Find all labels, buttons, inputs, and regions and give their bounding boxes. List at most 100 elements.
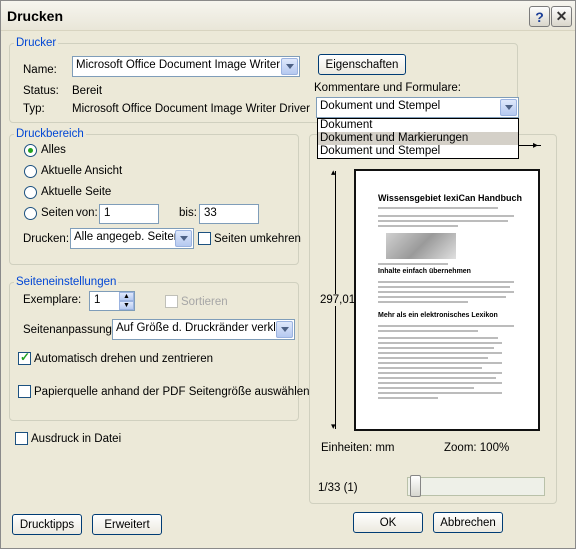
arrow-down-icon: ▾ — [331, 421, 336, 431]
page-preview: Wissensgebiet lexiCan Handbuch Inhalte e… — [354, 169, 540, 431]
page-setup-legend: Seiteneinstellungen — [16, 276, 117, 288]
radio-current-view[interactable] — [24, 165, 37, 178]
scaling-value: Auf Größe d. Druckränder verkl. — [116, 322, 279, 334]
window-title: Drucken — [7, 8, 64, 24]
text-line — [378, 215, 514, 217]
chevron-down-icon[interactable] — [175, 230, 192, 247]
ok-button[interactable]: OK — [353, 512, 423, 533]
dropdown-option[interactable]: Dokument — [318, 119, 518, 132]
collate-label: Sortieren — [181, 296, 228, 308]
title-bar[interactable]: Drucken ? ✕ — [1, 1, 575, 31]
arrow-right-icon: ▸ — [533, 140, 539, 151]
radio-current-view-label[interactable]: Aktuelle Ansicht — [41, 165, 122, 177]
pages-to-label: bis: — [179, 207, 197, 219]
printer-name-label: Name: — [23, 64, 57, 76]
zoom-label: Zoom: 100% — [444, 442, 510, 454]
copies-label: Exemplare: — [23, 294, 82, 306]
comments-forms-label: Kommentare und Formulare: — [314, 82, 462, 94]
reverse-pages-checkbox[interactable] — [198, 232, 211, 245]
text-line — [378, 392, 502, 394]
stepper-down-icon[interactable]: ▼ — [119, 301, 134, 310]
page-slider-thumb[interactable] — [410, 475, 421, 497]
text-line — [378, 362, 502, 364]
radio-current-page[interactable] — [24, 186, 37, 199]
reverse-pages-label[interactable]: Seiten umkehren — [214, 233, 301, 245]
scaling-label: Seitenanpassung: — [23, 324, 116, 336]
printer-name-value: Microsoft Office Document Image Writer — [76, 59, 281, 71]
radio-pages[interactable] — [24, 207, 37, 220]
dropdown-option[interactable]: Dokument und Markierungen — [318, 132, 518, 145]
printer-name-select[interactable]: Microsoft Office Document Image Writer — [72, 56, 300, 77]
printer-type-value: Microsoft Office Document Image Writer D… — [72, 103, 310, 115]
dropdown-option[interactable]: Dokument und Stempel — [318, 145, 518, 158]
preview-image — [386, 233, 456, 259]
printer-type-label: Typ: — [23, 103, 45, 115]
papersource-checkbox[interactable] — [18, 385, 31, 398]
text-line — [378, 263, 448, 265]
pages-from-label: von: — [76, 207, 98, 219]
page-counter: 1/33 (1) — [318, 482, 358, 494]
print-subset-label: Drucken: — [23, 233, 70, 245]
text-line — [378, 291, 514, 293]
pages-to-input[interactable]: 33 — [199, 204, 259, 224]
comments-forms-select[interactable]: Dokument und Stempel — [316, 97, 519, 118]
print-range-legend: Druckbereich — [16, 128, 84, 140]
print-subset-select[interactable]: Alle angegeb. Seiten — [70, 228, 194, 249]
comments-forms-dropdown: Dokument Dokument und Markierungen Dokum… — [317, 118, 519, 159]
preview-heading-1: Inhalte einfach übernehmen — [378, 268, 471, 275]
text-line — [378, 387, 474, 389]
chevron-down-icon[interactable] — [281, 58, 298, 75]
page-slider-track[interactable] — [407, 477, 545, 496]
copies-value: 1 — [94, 294, 101, 306]
text-line — [378, 357, 488, 359]
scaling-select[interactable]: Auf Größe d. Druckränder verkl. — [112, 319, 295, 340]
print-subset-value: Alle angegeb. Seiten — [74, 231, 181, 243]
radio-all-label[interactable]: Alles — [41, 144, 66, 156]
help-icon[interactable]: ? — [529, 6, 550, 27]
text-line — [378, 352, 502, 354]
text-line — [378, 347, 494, 349]
arrow-up-icon: ▴ — [331, 167, 336, 177]
text-line — [378, 325, 514, 327]
text-line — [378, 397, 438, 399]
text-line — [378, 225, 458, 227]
collate-checkbox[interactable] — [165, 295, 178, 308]
text-line — [378, 337, 498, 339]
properties-button[interactable]: Eigenschaften — [318, 54, 406, 75]
chevron-down-icon[interactable] — [500, 99, 517, 116]
print-to-file-label[interactable]: Ausdruck in Datei — [31, 433, 121, 445]
autorotate-checkbox[interactable] — [18, 350, 31, 365]
close-icon[interactable]: ✕ — [551, 6, 572, 27]
text-line — [378, 330, 478, 332]
preview-doc-title: Wissensgebiet lexiCan Handbuch — [378, 193, 522, 203]
cancel-button[interactable]: Abbrechen — [433, 512, 503, 533]
radio-pages-label[interactable]: Seiten — [41, 207, 74, 219]
stepper-up-icon[interactable]: ▲ — [119, 292, 134, 301]
text-line — [378, 301, 468, 303]
text-line — [378, 372, 502, 374]
text-line — [378, 207, 498, 209]
printer-status-value: Bereit — [72, 85, 103, 97]
text-line — [378, 367, 482, 369]
text-line — [378, 286, 510, 288]
autorotate-label[interactable]: Automatisch drehen und zentrieren — [34, 353, 213, 365]
preview-heading-2: Mehr als ein elektronisches Lexikon — [378, 312, 498, 319]
print-dialog: Drucken ? ✕ Drucker Name: Microsoft Offi… — [0, 0, 576, 549]
print-tips-button[interactable]: Drucktipps — [12, 514, 82, 535]
print-to-file-checkbox[interactable] — [15, 432, 28, 445]
advanced-button[interactable]: Erweitert — [92, 514, 162, 535]
units-label: Einheiten: mm — [321, 442, 395, 454]
text-line — [378, 377, 496, 379]
text-line — [378, 296, 506, 298]
pages-from-input[interactable]: 1 — [99, 204, 159, 224]
chevron-down-icon[interactable] — [276, 321, 293, 338]
radio-all[interactable] — [24, 144, 37, 157]
radio-current-page-label[interactable]: Aktuelle Seite — [41, 186, 111, 198]
text-line — [378, 382, 502, 384]
printer-group-legend: Drucker — [16, 37, 57, 49]
comments-forms-value: Dokument und Stempel — [320, 100, 441, 112]
printer-status-label: Status: — [23, 85, 59, 97]
text-line — [378, 342, 502, 344]
papersource-label[interactable]: Papierquelle anhand der PDF Seitengröße … — [34, 386, 310, 398]
text-line — [378, 281, 514, 283]
